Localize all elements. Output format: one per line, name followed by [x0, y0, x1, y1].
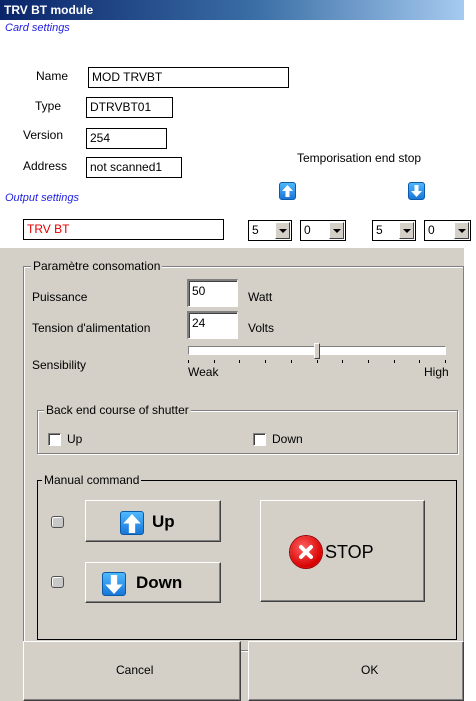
slider-tick: [316, 360, 318, 363]
slider-tick: [445, 360, 446, 363]
manual-down-button[interactable]: Down: [85, 562, 221, 603]
stop-button[interactable]: STOP: [260, 500, 425, 602]
window-title: TRV BT module: [4, 3, 94, 17]
arrow-up-icon: [279, 182, 296, 200]
back-end-group-title: Back end course of shutter: [44, 403, 191, 417]
up-led-indicator: [51, 516, 64, 528]
slider-tick: [342, 360, 344, 363]
down-temp-select-2[interactable]: 0: [424, 220, 471, 241]
version-field[interactable]: 254: [86, 128, 167, 149]
slider-tick: [265, 360, 267, 363]
cancel-button[interactable]: Cancel: [23, 641, 241, 701]
output-settings-heading: Output settings: [5, 192, 79, 204]
slider-tick: [213, 360, 215, 363]
chevron-down-icon[interactable]: [275, 222, 290, 239]
cancel-label: Cancel: [116, 663, 154, 677]
back-end-down-checkbox[interactable]: [253, 433, 266, 446]
chevron-down-icon[interactable]: [329, 222, 344, 239]
sensibility-min-label: Weak: [188, 365, 219, 379]
voltage-unit: Volts: [248, 321, 275, 335]
down-led-indicator: [51, 576, 64, 588]
address-label: Address: [23, 159, 68, 173]
chevron-down-icon[interactable]: [454, 222, 469, 239]
voltage-input[interactable]: 24: [187, 311, 238, 339]
title-bar: TRV BT module: [0, 0, 464, 20]
power-input[interactable]: 50: [187, 279, 238, 307]
ok-label: OK: [361, 663, 379, 677]
sensibility-ticks: [188, 360, 446, 364]
back-end-up-label: Up: [67, 432, 83, 446]
card-settings-heading: Card settings: [5, 22, 70, 34]
output-name-field[interactable]: TRV BT: [23, 219, 224, 240]
sensibility-label: Sensibility: [32, 358, 87, 372]
type-field[interactable]: DTRVBT01: [86, 97, 173, 118]
manual-up-button[interactable]: Up: [85, 500, 221, 542]
arrow-up-icon: [120, 511, 144, 535]
name-field[interactable]: MOD TRVBT: [88, 67, 289, 88]
power-unit: Watt: [248, 290, 273, 304]
address-field[interactable]: not scanned1: [86, 157, 182, 178]
arrow-down-icon: [102, 572, 126, 596]
sensibility-max-label: High: [424, 365, 449, 379]
power-label: Puissance: [32, 290, 88, 304]
chevron-down-icon[interactable]: [399, 222, 414, 239]
version-label: Version: [23, 128, 64, 142]
up-temp-select-2[interactable]: 0: [300, 220, 346, 241]
manual-up-label: Up: [152, 512, 175, 531]
slider-tick: [290, 360, 292, 363]
back-end-up-checkbox[interactable]: [48, 433, 61, 446]
settings-panel: Paramètre consomation Puissance 50 Watt …: [0, 248, 464, 701]
name-label: Name: [36, 69, 69, 83]
slider-tick: [239, 360, 241, 363]
slider-tick: [419, 360, 421, 363]
slider-tick: [367, 360, 369, 363]
voltage-label: Tension d'alimentation: [32, 321, 151, 335]
manual-down-label: Down: [136, 573, 183, 592]
arrow-down-icon: [408, 182, 425, 200]
up-temp-select-1[interactable]: 5: [248, 220, 292, 241]
sensibility-slider-thumb[interactable]: [314, 343, 320, 359]
stop-label: STOP: [325, 542, 374, 562]
slider-tick: [393, 360, 395, 363]
ok-button[interactable]: OK: [248, 641, 464, 701]
back-end-down-label: Down: [272, 432, 303, 446]
type-label: Type: [35, 99, 62, 113]
slider-tick: [188, 360, 189, 363]
down-temp-select-1[interactable]: 5: [372, 220, 416, 241]
consumption-group-title: Paramètre consomation: [31, 259, 163, 273]
stop-icon: [290, 536, 322, 568]
manual-group-title: Manual command: [42, 473, 142, 487]
temporisation-label: Temporisation end stop: [297, 151, 422, 165]
